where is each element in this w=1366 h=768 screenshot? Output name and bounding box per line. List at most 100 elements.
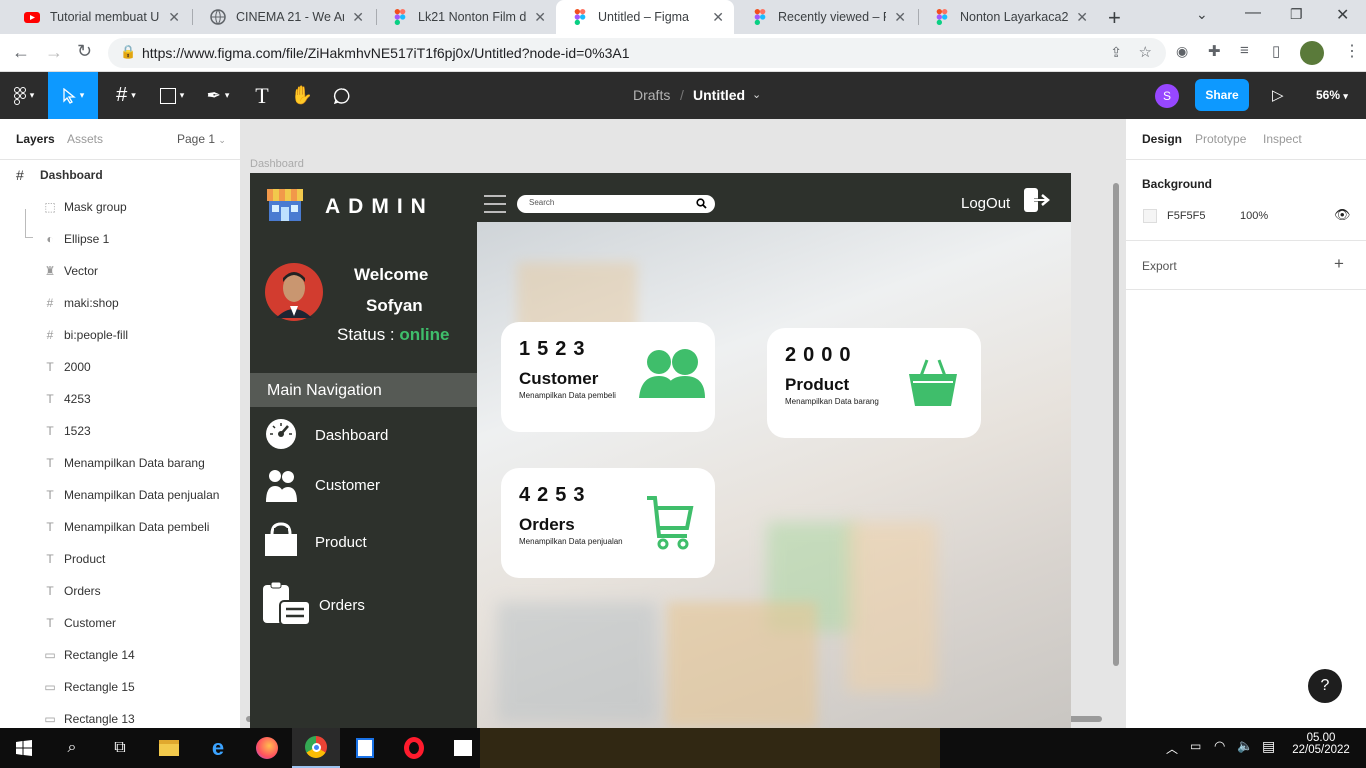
chevron-down-icon[interactable]: ⌄: [752, 88, 761, 101]
eye-icon[interactable]: 👁: [1334, 207, 1351, 223]
layer-item[interactable]: T Menampilkan Data penjualan: [0, 479, 240, 511]
vertical-scrollbar[interactable]: [1113, 183, 1119, 666]
close-icon[interactable]: ✕: [168, 9, 180, 26]
close-icon[interactable]: ✕: [534, 9, 546, 26]
comment-tool-icon[interactable]: [324, 72, 360, 119]
media-icon[interactable]: ≡: [1240, 42, 1249, 59]
bookmark-star-icon[interactable]: ☆: [1139, 43, 1152, 61]
nav-item-orders[interactable]: Orders: [250, 579, 477, 629]
tab-layers[interactable]: Layers: [16, 132, 55, 146]
store-icon[interactable]: [439, 728, 487, 768]
wifi-icon[interactable]: ◠: [1214, 738, 1225, 754]
tab-assets[interactable]: Assets: [67, 132, 103, 146]
hamburger-menu-icon[interactable]: [484, 195, 506, 213]
nav-item-product[interactable]: Product: [250, 522, 477, 572]
nav-item-customer[interactable]: Customer: [250, 465, 477, 515]
layer-item[interactable]: T 2000: [0, 351, 240, 383]
file-explorer-icon[interactable]: [145, 728, 193, 768]
minimize-icon[interactable]: —: [1245, 4, 1261, 22]
user-avatar[interactable]: S: [1155, 84, 1179, 108]
edge-icon[interactable]: e: [194, 728, 242, 768]
layer-item[interactable]: # bi:people-fill: [0, 319, 240, 351]
help-button[interactable]: ?: [1308, 669, 1342, 703]
layer-frame-dashboard[interactable]: # Dashboard: [0, 159, 240, 191]
layer-item[interactable]: # maki:shop: [0, 287, 240, 319]
address-bar[interactable]: 🔒 https://www.figma.com/file/ZiHakmhvNE5…: [108, 38, 1166, 68]
layer-item[interactable]: T 1523: [0, 415, 240, 447]
layer-item[interactable]: T Menampilkan Data pembeli: [0, 511, 240, 543]
layer-item[interactable]: T Orders: [0, 575, 240, 607]
back-arrow-icon[interactable]: ←: [12, 42, 30, 63]
close-icon[interactable]: ✕: [1076, 9, 1088, 26]
stat-card-customer[interactable]: 1523 Customer Menampilkan Data pembeli: [501, 322, 715, 432]
stat-card-product[interactable]: 2000 Product Menampilkan Data barang: [767, 328, 981, 438]
layer-item[interactable]: T Product: [0, 543, 240, 575]
layer-item[interactable]: ◐ Ellipse 1: [0, 223, 240, 255]
frame-label[interactable]: Dashboard: [250, 158, 304, 170]
battery-icon[interactable]: ▭: [1190, 739, 1201, 753]
layer-item[interactable]: T Customer: [0, 607, 240, 639]
opera-icon[interactable]: [390, 728, 438, 768]
figma-menu-icon[interactable]: ▾: [0, 72, 48, 119]
zoom-level[interactable]: 56% ▾: [1316, 88, 1348, 102]
firefox-icon[interactable]: [243, 728, 291, 768]
forward-arrow-icon[interactable]: →: [45, 42, 63, 63]
logout-label[interactable]: LogOut: [961, 195, 1010, 212]
nav-item-dashboard[interactable]: Dashboard: [250, 414, 477, 464]
photos-icon[interactable]: [341, 728, 389, 768]
search-input[interactable]: Search: [517, 195, 715, 213]
extensions-icon[interactable]: ✚: [1208, 42, 1221, 60]
frame-tool[interactable]: # ▾: [104, 72, 148, 119]
hand-tool-icon[interactable]: ✋: [284, 72, 320, 119]
chevron-down-icon[interactable]: ⌄: [1196, 6, 1208, 23]
task-view-icon[interactable]: ⧉: [96, 728, 144, 768]
clock[interactable]: 05.00 22/05/2022: [1292, 732, 1350, 756]
stat-card-orders[interactable]: 4253 Orders Menampilkan Data penjualan: [501, 468, 715, 578]
restore-icon[interactable]: ❐: [1290, 6, 1303, 23]
search-icon[interactable]: ⌕: [48, 728, 96, 768]
dashboard-frame[interactable]: ADMIN Search LogOut Welcome Sofyan Statu…: [250, 173, 1071, 728]
move-tool[interactable]: ▾: [48, 72, 98, 119]
page-selector[interactable]: Page 1 ⌄: [177, 132, 226, 146]
share-page-icon[interactable]: ⇪: [1110, 44, 1122, 61]
volume-icon[interactable]: 🔈: [1237, 738, 1253, 754]
sidepanel-icon[interactable]: ▯: [1272, 42, 1280, 60]
add-export-icon[interactable]: +: [1334, 254, 1344, 274]
close-window-icon[interactable]: ✕: [1336, 5, 1349, 25]
logout-icon[interactable]: [1024, 188, 1051, 212]
background-opacity[interactable]: 100%: [1240, 210, 1268, 222]
breadcrumb-drafts[interactable]: Drafts: [633, 87, 670, 103]
reload-icon[interactable]: ↻: [77, 41, 92, 62]
tab-prototype[interactable]: Prototype: [1195, 132, 1246, 146]
color-swatch[interactable]: [1143, 209, 1157, 223]
notification-icon[interactable]: ▤: [1262, 738, 1275, 755]
browser-tab-active[interactable]: Untitled – Figma ✕: [556, 0, 734, 34]
new-tab-icon[interactable]: +: [1108, 5, 1121, 31]
tab-design[interactable]: Design: [1142, 132, 1182, 146]
chrome-icon[interactable]: [292, 728, 340, 768]
layer-item[interactable]: ♜ Vector: [0, 255, 240, 287]
layer-item[interactable]: T Menampilkan Data barang: [0, 447, 240, 479]
chevron-up-icon[interactable]: ︿: [1166, 740, 1178, 757]
text-tool-icon[interactable]: T: [244, 72, 280, 119]
layer-item[interactable]: ▭ Rectangle 15: [0, 671, 240, 703]
browser-tab[interactable]: Lk21 Nonton Film dan ✕: [376, 0, 556, 34]
profile-avatar[interactable]: [1300, 41, 1324, 65]
pen-tool[interactable]: ✒ ▾: [196, 72, 240, 119]
close-icon[interactable]: ✕: [352, 9, 364, 26]
browser-tab[interactable]: CINEMA 21 - We Are T ✕: [194, 0, 374, 34]
windows-start-icon[interactable]: [0, 728, 48, 768]
menu-dots-icon[interactable]: ⋮: [1344, 41, 1360, 61]
camera-icon[interactable]: ◉: [1176, 43, 1188, 60]
tab-inspect[interactable]: Inspect: [1263, 132, 1302, 146]
browser-tab[interactable]: Tutorial membuat UI W ✕: [8, 0, 190, 34]
close-icon[interactable]: ✕: [712, 9, 724, 26]
present-play-icon[interactable]: ▷: [1272, 86, 1284, 104]
layer-item[interactable]: T 4253: [0, 383, 240, 415]
browser-tab[interactable]: Recently viewed – Fig ✕: [736, 0, 916, 34]
close-icon[interactable]: ✕: [894, 9, 906, 26]
shape-tool[interactable]: ▾: [150, 72, 194, 119]
search-icon[interactable]: [696, 198, 707, 209]
share-button[interactable]: Share: [1195, 79, 1249, 111]
background-hex[interactable]: F5F5F5: [1167, 210, 1206, 222]
